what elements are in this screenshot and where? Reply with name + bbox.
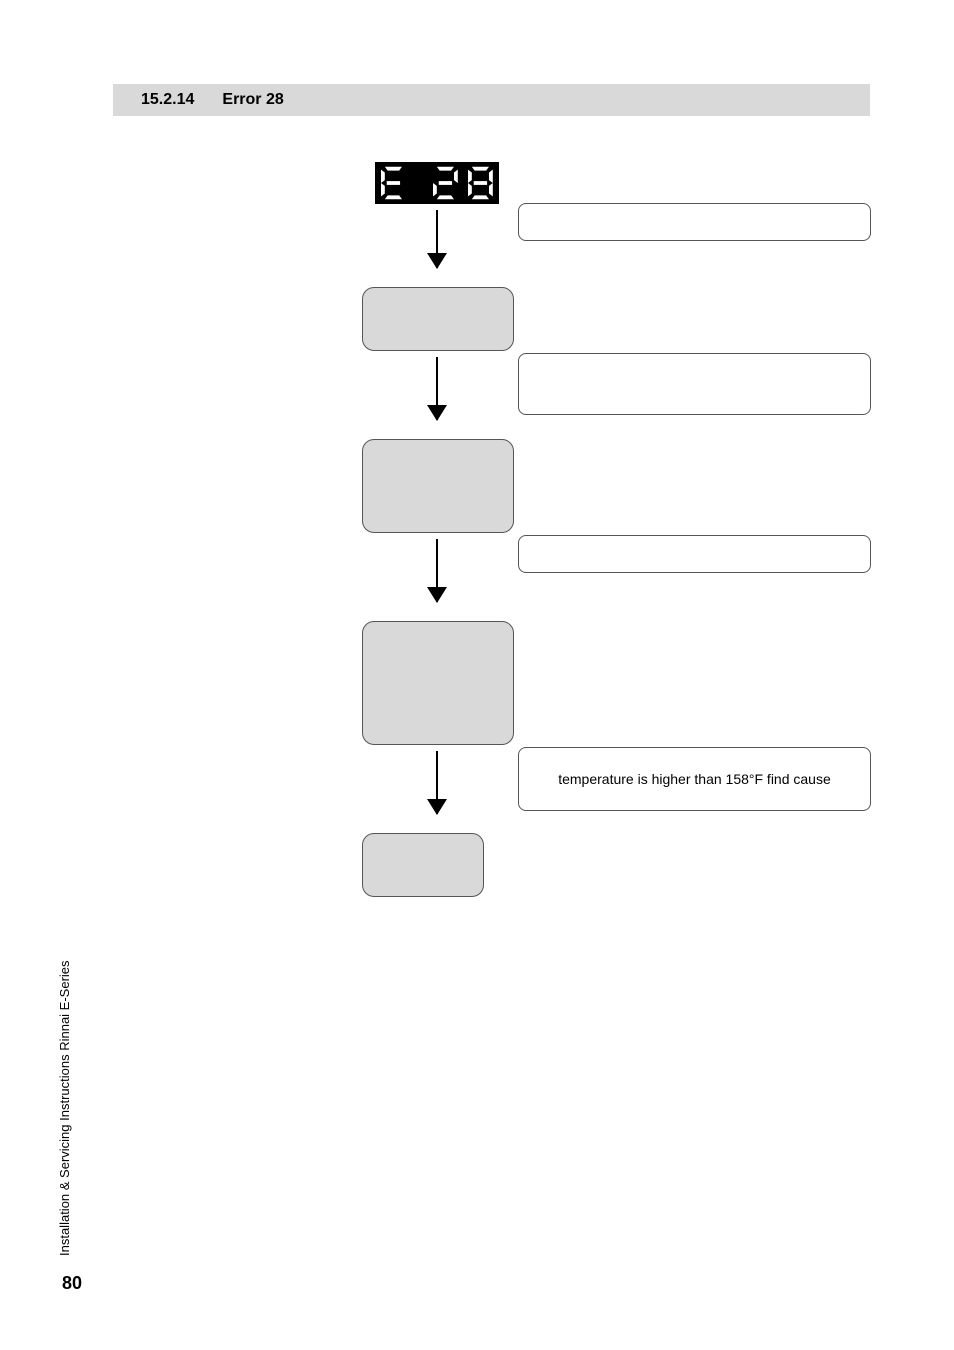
section-title: Error 28: [222, 91, 283, 109]
flow-arrow-1: [436, 210, 438, 268]
flow-arrow-2: [436, 357, 438, 420]
error-code-display: [375, 162, 499, 204]
page: 15.2.14 Error 28: [0, 0, 954, 1350]
section-number: 15.2.14: [141, 91, 194, 109]
flow-step-3-label: temperature is higher than 158°F find ca…: [518, 747, 871, 811]
seg-char-8: [468, 166, 493, 200]
page-number: 80: [62, 1273, 82, 1294]
seg-char-2: [433, 166, 458, 200]
flow-step-2: [362, 439, 514, 533]
flow-step-4: [362, 833, 484, 897]
flow-step-3: [362, 621, 514, 745]
seg-spacer: [416, 166, 424, 200]
flow-step-1-label: [518, 353, 871, 415]
flow-arrow-3: [436, 539, 438, 602]
flow-arrow-4: [436, 751, 438, 814]
side-document-title: Installation & Servicing Instructions Ri…: [57, 960, 72, 1256]
section-header: 15.2.14 Error 28: [113, 84, 870, 116]
flow-step-2-label: [518, 535, 871, 573]
error-description-label: [518, 203, 871, 241]
seg-char-e: [381, 166, 406, 200]
flow-step-1: [362, 287, 514, 351]
